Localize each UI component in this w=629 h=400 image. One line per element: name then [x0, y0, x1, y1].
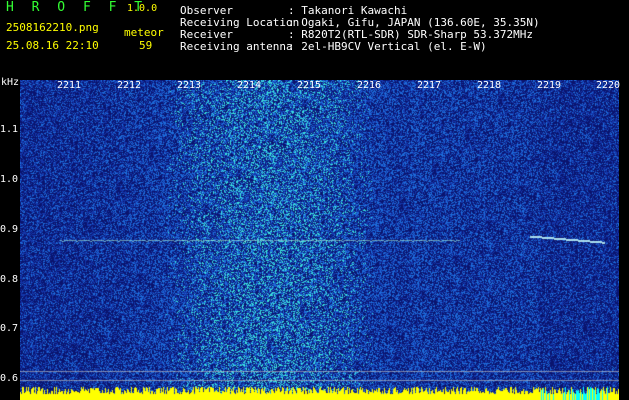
- time-tick: 2212: [117, 80, 142, 91]
- time-tick: 2217: [417, 80, 442, 91]
- freq-tick: 0.7: [0, 323, 19, 334]
- time-tick: 2213: [177, 80, 202, 91]
- app-title: H R O F F T: [6, 0, 148, 15]
- freq-tick: 0.9: [0, 224, 19, 235]
- freq-tick: 0.6: [0, 373, 19, 384]
- time-tick: 2211: [57, 80, 82, 91]
- time-tick: 2214: [237, 80, 262, 91]
- freq-tick: 1.0: [0, 174, 19, 185]
- header-panel: H R O F F T 1.0.0 2508162210.png meteor …: [0, 0, 629, 78]
- time-tick: 2219: [537, 80, 562, 91]
- freq-tick: 0.8: [0, 274, 19, 285]
- freq-tick: 1.1: [0, 124, 19, 135]
- file-name: 2508162210.png: [6, 21, 99, 34]
- timestamp: 25.08.16 22:10: [6, 39, 99, 52]
- time-tick: 2215: [297, 80, 322, 91]
- antenna-label: Receiving antenna: [180, 40, 293, 53]
- time-tick: 2220: [596, 80, 621, 91]
- spectrogram-area: [20, 80, 619, 400]
- frequency-unit-label: kHz: [1, 77, 20, 88]
- spectrogram-canvas: [20, 80, 619, 400]
- time-tick: 2216: [357, 80, 382, 91]
- detection-count: 59: [139, 39, 153, 52]
- time-tick: 2218: [477, 80, 502, 91]
- app-version: 1.0.0: [127, 3, 158, 14]
- mode-label: meteor: [124, 26, 164, 39]
- antenna-value: : 2el-HB9CV Vertical (el. E-W): [288, 40, 487, 53]
